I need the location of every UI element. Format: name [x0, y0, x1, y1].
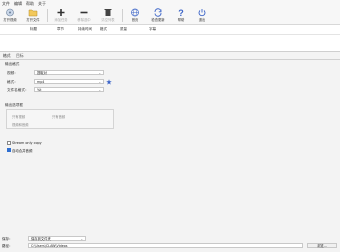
menu-bar: 文件 编辑 帮助 关于: [0, 0, 340, 7]
output-options-box: 只有视频 只有音频 视频和音频: [6, 109, 114, 129]
add-task-button[interactable]: 添加任务: [51, 7, 71, 24]
globe-icon: [131, 8, 139, 17]
help-label: 帮助: [177, 18, 185, 22]
filename-template-value: %t: [37, 88, 42, 92]
save-mode-label: 保存：: [2, 237, 13, 241]
star-icon[interactable]: [106, 79, 112, 85]
video-type-select[interactable]: 提取对 ⌄: [34, 70, 104, 75]
refresh-icon: [154, 8, 162, 17]
video-type-label: 视频：: [7, 71, 18, 75]
only-audio-option[interactable]: 只有音频: [52, 114, 65, 119]
plus-icon: [57, 9, 65, 16]
video-type-value: 提取对: [37, 71, 47, 75]
bottom-bar: 保存： 保存到文件夹 ⌄ 路径： C:\Users\CLAW\Videos 浏览…: [0, 236, 340, 252]
folder-icon: [28, 9, 38, 17]
auto-merge-checkbox[interactable]: [7, 148, 11, 152]
open-folder-label: 打开文件: [26, 18, 40, 22]
homepage-button[interactable]: 首页: [126, 7, 144, 24]
toolbar-separator: [122, 9, 123, 22]
filename-template-label: 文件名格式：: [7, 88, 29, 92]
exit-label: 退出: [198, 18, 206, 22]
output-format-group-title: 输出格式: [5, 62, 20, 66]
open-file-label: 打开视频: [3, 18, 17, 22]
check-update-label: 检查更新: [151, 18, 165, 22]
chevron-down-icon: ⌄: [98, 71, 101, 75]
clear-list-label: 清空列表: [101, 18, 115, 22]
format-select[interactable]: mp4 ⌄: [34, 79, 104, 84]
chevron-down-icon: ⌄: [98, 80, 101, 84]
chevron-down-icon: ⌄: [80, 237, 83, 241]
save-mode-select[interactable]: 保存到文件夹 ⌄: [28, 236, 86, 241]
format-label: 格式：: [7, 80, 18, 84]
filename-template-select[interactable]: %t ⌄: [34, 87, 104, 92]
add-task-label: 添加任务: [54, 18, 68, 22]
clear-list-button[interactable]: 清空列表: [97, 7, 119, 24]
browse-button[interactable]: 浏览...: [307, 243, 337, 248]
task-table[interactable]: 标题 章节 持续时间 格式 质量 字幕: [0, 25, 340, 52]
toolbar-separator: [47, 9, 48, 22]
open-folder-button[interactable]: 打开文件: [22, 7, 44, 24]
column-quality[interactable]: 质量: [120, 27, 127, 32]
column-duration[interactable]: 持续时间: [78, 27, 92, 32]
column-subtitles[interactable]: 字幕: [149, 27, 156, 32]
path-value: C:\Users\CLAW\Videos: [31, 244, 68, 248]
power-icon: [198, 9, 206, 17]
homepage-label: 首页: [131, 18, 139, 22]
column-chapter[interactable]: 章节: [57, 27, 64, 32]
trash-icon: [104, 9, 112, 16]
format-value: mp4: [37, 80, 45, 84]
path-input[interactable]: C:\Users\CLAW\Videos: [28, 243, 303, 248]
table-header: 标题 章节 持续时间 格式 质量 字幕: [0, 25, 340, 35]
open-file-icon: [6, 8, 14, 17]
browse-label: 浏览...: [317, 244, 327, 248]
exit-button[interactable]: 退出: [193, 7, 211, 24]
remove-task-label: 移除选中: [77, 18, 91, 22]
save-mode-value: 保存到文件夹: [31, 237, 51, 241]
auto-merge-label: 自动合并音频: [12, 149, 33, 153]
only-video-option[interactable]: 只有视频: [12, 114, 25, 119]
output-options-group-title: 输出选项框: [5, 103, 23, 107]
column-title[interactable]: 标题: [30, 27, 37, 32]
remove-task-button[interactable]: 移除选中: [74, 7, 94, 24]
tab-divider: [0, 59, 340, 60]
path-label: 路径：: [2, 244, 13, 248]
chevron-down-icon: ⌄: [98, 88, 101, 92]
question-icon: ?: [178, 8, 184, 17]
stream-only-label: Stream only copy: [12, 141, 42, 145]
video-audio-option[interactable]: 视频和音频: [12, 122, 28, 127]
svg-text:?: ?: [178, 8, 184, 17]
stream-only-checkbox[interactable]: [7, 141, 11, 145]
open-file-button[interactable]: 打开视频: [1, 7, 19, 24]
toolbar: 打开视频 打开文件 添加任务 移除选中 清空列表 首页 检查更新 ? 帮助 退出: [0, 7, 340, 25]
help-button[interactable]: ? 帮助: [172, 7, 190, 24]
column-format[interactable]: 格式: [100, 27, 107, 32]
minus-icon: [80, 11, 88, 14]
check-update-button[interactable]: 检查更新: [147, 7, 169, 24]
